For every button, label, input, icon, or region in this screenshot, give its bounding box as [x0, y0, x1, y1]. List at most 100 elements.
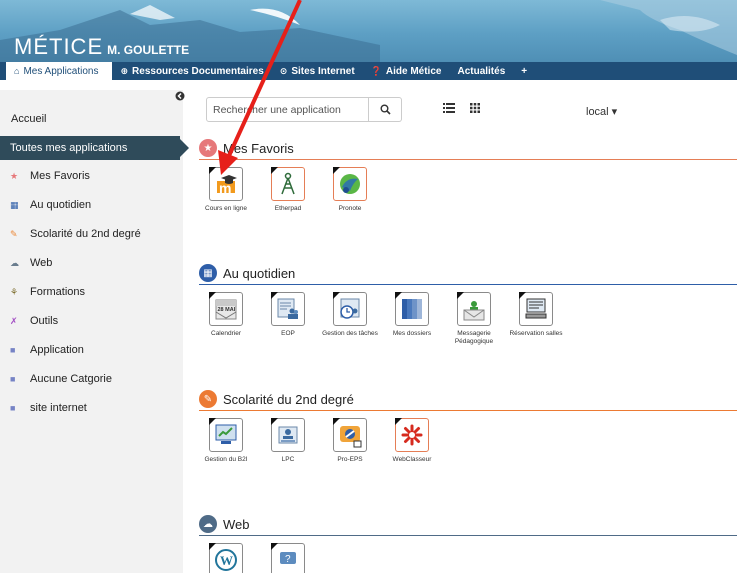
section-mes-favoris: ★ Mes Favoris m Cours en ligne Etherpad … [199, 137, 737, 213]
people-stack-icon [271, 418, 305, 452]
app-label: Pro-EPS [337, 456, 363, 463]
app-lpc[interactable]: LPC [257, 418, 319, 464]
app-calendrier[interactable]: 28 MAI Calendrier [195, 292, 257, 346]
nav-label: Sites Internet [291, 65, 355, 77]
help-chat-icon: ? [271, 543, 305, 573]
app-mes-dossiers[interactable]: Mes dossiers [381, 292, 443, 346]
edit-icon: ✎ [10, 229, 18, 239]
home-icon: ⌂ [14, 66, 20, 76]
app-label: Etherpad [274, 205, 302, 212]
app-label: Mes dossiers [392, 330, 432, 337]
app-pro-eps[interactable]: Pro-EPS [319, 418, 381, 464]
sidebar-item-toutes-mes-applications[interactable]: Toutes mes applications [0, 136, 189, 160]
app-label: Gestion du B2I [204, 456, 248, 463]
computer-icon [519, 292, 553, 326]
subbar [0, 80, 737, 90]
question-icon: ❓ [370, 65, 382, 76]
app-reservation-salles[interactable]: Réservation salles [505, 292, 567, 346]
pronote-globe-icon [333, 167, 367, 201]
app-gestion-du-b2i[interactable]: Gestion du B2I [195, 418, 257, 464]
calendar-icon: ▦ [10, 200, 19, 210]
sitemap-icon: ⚘ [10, 287, 19, 297]
list-icon [443, 103, 455, 113]
app-pronote[interactable]: Pronote [319, 167, 381, 213]
sidebar-item-label: Web [30, 257, 53, 269]
search-placeholder: Rechercher une application [213, 103, 341, 116]
list-view-button[interactable] [443, 103, 455, 116]
sidebar-item-label: site internet [30, 402, 87, 414]
brand-logo[interactable]: MÉTICE M. GOULETTE [14, 34, 189, 60]
sidebar-item-mes-favoris[interactable]: ★ Mes Favoris [10, 170, 141, 199]
svg-text:28 MAI: 28 MAI [218, 307, 236, 313]
sidebar-item-formations[interactable]: ⚘ Formations [10, 286, 141, 315]
app-label: Réservation salles [509, 330, 563, 337]
user-name: M. GOULETTE [107, 43, 190, 57]
sidebar-item-au-quotidien[interactable]: ▦ Au quotidien [10, 199, 141, 228]
search-icon [380, 104, 391, 115]
svg-text:?: ? [285, 554, 291, 565]
app-grid: 28 MAI Calendrier EOP Gestion des tâches… [195, 292, 737, 346]
nav-label: Aide Métice [385, 65, 442, 77]
app-cours-en-ligne[interactable]: m Cours en ligne [195, 167, 257, 213]
app-eop[interactable]: EOP [257, 292, 319, 346]
wordpress-icon: W [209, 543, 243, 573]
sidebar-item-application[interactable]: ■ Application [10, 344, 141, 373]
star-icon: ★ [199, 139, 217, 157]
sidebar-item-accueil[interactable]: Accueil [11, 113, 46, 125]
cloud-icon: ☁ [199, 515, 217, 533]
wrench-icon: ✗ [10, 316, 18, 326]
section-divider [199, 410, 737, 411]
app-messagerie-pedagogique[interactable]: Messagerie Pédagogique [443, 292, 505, 346]
collapse-sidebar-icon[interactable] [175, 91, 185, 101]
app-webclasseur[interactable]: WebClasseur [381, 418, 443, 464]
mail-user-icon [457, 292, 491, 326]
section-web: ☁ Web W ? [199, 513, 737, 573]
edit-icon: ✎ [199, 390, 217, 408]
eop-people-icon [271, 292, 305, 326]
task-clock-icon [333, 292, 367, 326]
sidebar-item-web[interactable]: ☁ Web [10, 257, 141, 286]
chart-monitor-icon [209, 418, 243, 452]
sidebar-item-label: Au quotidien [30, 199, 92, 211]
nav-actualites[interactable]: Actualités [449, 62, 513, 80]
app-etherpad[interactable]: Etherpad [257, 167, 319, 213]
square-icon: ■ [10, 345, 16, 355]
section-title: Au quotidien [223, 265, 296, 281]
app-web-help[interactable]: ? [257, 543, 319, 573]
sidebar-item-label: Outils [30, 315, 59, 327]
nav-label: + [521, 65, 528, 77]
search-input[interactable]: Rechercher une application [206, 97, 369, 122]
sidebar-item-label: Formations [30, 286, 86, 298]
cloud-icon: ☁ [10, 258, 19, 268]
calendar-icon: ▦ [199, 264, 217, 282]
section-scolarite-2nd-degre: ✎ Scolarité du 2nd degré Gestion du B2I … [199, 388, 737, 464]
sidebar-item-aucune-catgorie[interactable]: ■ Aucune Catgorie [10, 373, 141, 402]
nav-add-button[interactable]: + [513, 62, 535, 80]
sidebar-item-label: Scolarité du 2nd degré [30, 228, 141, 240]
nav-aide-metice[interactable]: ❓ Aide Métice [363, 62, 450, 80]
grid-view-button[interactable] [470, 103, 480, 116]
nav-mes-applications[interactable]: ⌂ Mes Applications [6, 62, 113, 80]
sidebar-item-site-internet[interactable]: ■ site internet [10, 402, 141, 431]
app-label: Messagerie Pédagogique [454, 330, 494, 345]
nav-sites-internet[interactable]: ⊙ Sites Internet [272, 62, 363, 80]
app-grid: W ? [195, 543, 737, 573]
app-label: Cours en ligne [205, 205, 247, 212]
sidebar-item-label: Application [30, 344, 84, 356]
sidebar-item-scolarit-du-2nd-degr-[interactable]: ✎ Scolarité du 2nd degré [10, 228, 141, 257]
webclasseur-star-icon [395, 418, 429, 452]
search-button[interactable] [369, 97, 402, 122]
sidebar-item-outils[interactable]: ✗ Outils [10, 315, 141, 344]
sidebar-category-list: ★ Mes Favoris ▦ Au quotidien ✎ Scolarité du 2… [10, 170, 141, 431]
nav-ressources-documentaires[interactable]: ⊕ Ressources Documentaires [112, 62, 271, 80]
app-wordpress[interactable]: W [195, 543, 257, 573]
section-divider [199, 284, 737, 285]
local-dropdown[interactable]: local ▾ [586, 105, 617, 118]
app-grid: Gestion du B2I LPC Pro-EPS WebClasseur [195, 418, 737, 464]
app-label: LPC [281, 456, 295, 463]
sidebar-item-label: Mes Favoris [30, 170, 90, 182]
brand-name: MÉTICE [14, 34, 104, 59]
app-gestion-des-taches[interactable]: Gestion des tâches [319, 292, 381, 346]
section-au-quotidien: ▦ Au quotidien 28 MAI Calendrier EOP Ges… [199, 262, 737, 346]
section-divider [199, 535, 737, 536]
